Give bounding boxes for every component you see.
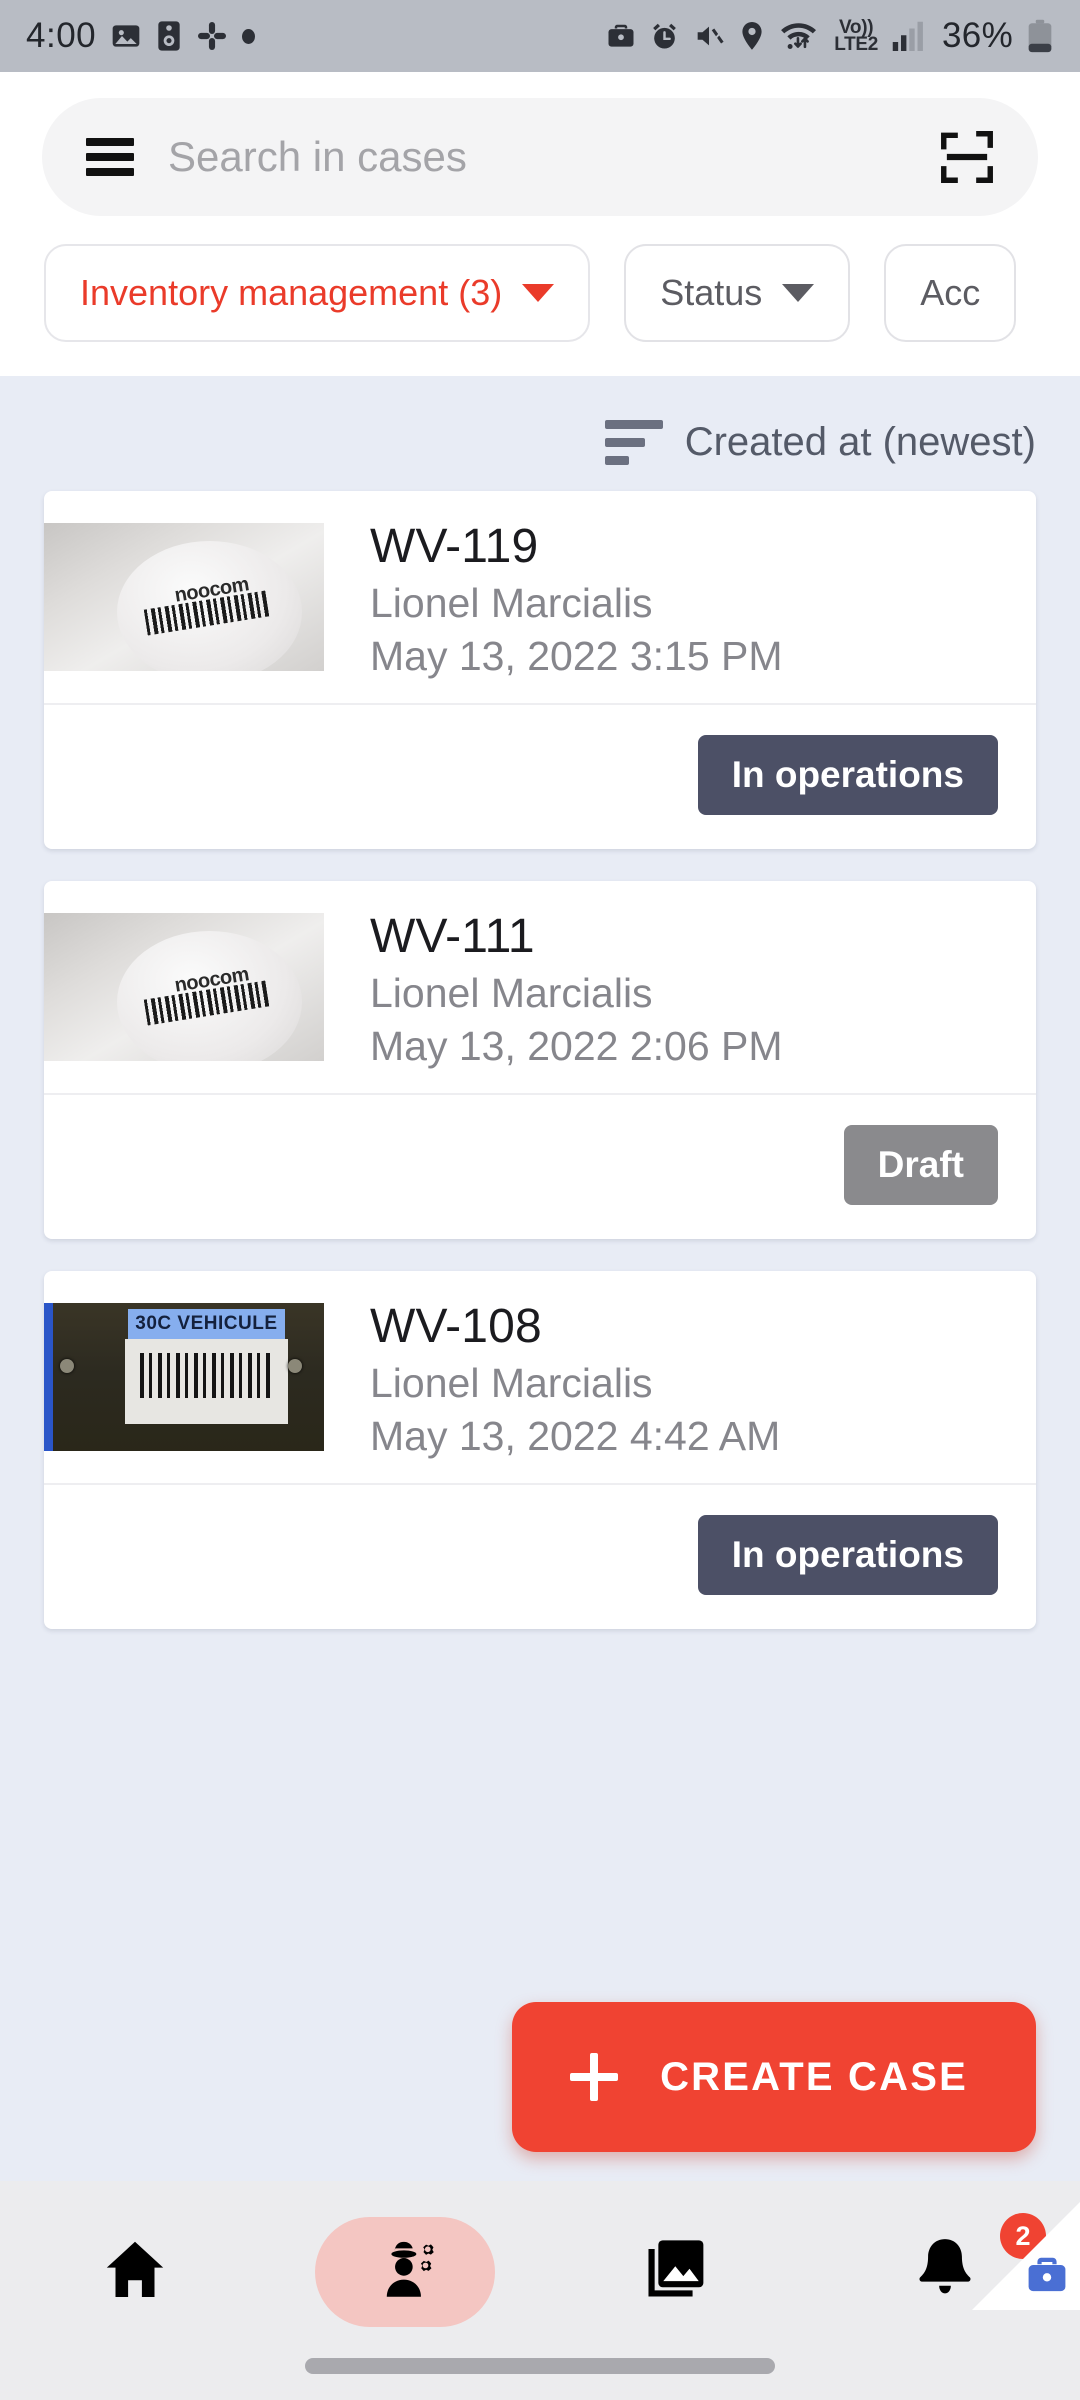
create-case-button[interactable]: CREATE CASE (512, 2002, 1036, 2152)
nav-item-home[interactable] (0, 2217, 270, 2327)
status-bar-left: 4:00 (26, 16, 256, 56)
filter-chip-inventory-management[interactable]: Inventory management (3) (44, 244, 591, 342)
thumbnail-label: 30C VEHICULE (128, 1308, 285, 1340)
bottom-navigation: 2 (0, 2181, 1080, 2400)
case-owner: Lionel Marcialis (370, 1359, 653, 1406)
gesture-bar (305, 2358, 775, 2374)
mute-icon (693, 20, 725, 52)
filter-chip-label: Status (660, 272, 763, 313)
case-card-footer: In operations (44, 1485, 1036, 1629)
alarm-icon (649, 21, 680, 52)
signal-bars-icon (891, 21, 929, 51)
wifi-icon (779, 20, 821, 52)
case-card[interactable]: 30C VEHICULE WV-108 Lionel Marcialis May… (44, 1271, 1036, 1629)
case-card-body: noocom WV-111 Lionel Marcialis May 13, 2… (44, 881, 1036, 1093)
thumbnail-barcode (125, 1338, 288, 1425)
case-owner: Lionel Marcialis (370, 969, 653, 1016)
status-badge[interactable]: In operations (697, 735, 998, 815)
case-owner: Lionel Marcialis (370, 579, 653, 626)
thumbnail-screw (60, 1359, 74, 1373)
search-bar[interactable] (42, 98, 1038, 216)
status-badge[interactable]: Draft (843, 1125, 998, 1205)
create-case-label: CREATE CASE (660, 2054, 968, 2099)
dot-indicator-icon (242, 28, 256, 44)
case-cards: noocom WV-119 Lionel Marcialis May 13, 2… (0, 491, 1080, 1629)
sort-descending-icon (604, 420, 663, 465)
worker-settings-icon (368, 2233, 442, 2312)
case-datetime: May 13, 2022 4:42 AM (370, 1413, 781, 1460)
nav-item-gallery[interactable] (540, 2217, 810, 2327)
photo-library-icon (638, 2233, 712, 2312)
filter-chip-label: Inventory management (3) (80, 272, 503, 313)
case-thumbnail: noocom (44, 523, 324, 671)
case-card-footer: Draft (44, 1095, 1036, 1239)
photos-icon (110, 20, 142, 52)
case-id: WV-111 (370, 910, 535, 963)
thumbnail-screw (288, 1359, 302, 1373)
status-bar: 4:00 Vo)) LTE2 36% (0, 0, 1080, 72)
search-input[interactable] (168, 133, 902, 181)
nav-item-notifications[interactable]: 2 (810, 2213, 1080, 2327)
case-card-body: noocom WV-119 Lionel Marcialis May 13, 2… (44, 491, 1036, 703)
network-type-label: Vo)) LTE2 (834, 16, 879, 55)
case-thumbnail: noocom (44, 913, 324, 1061)
chevron-down-icon (522, 284, 555, 302)
case-card-body: 30C VEHICULE WV-108 Lionel Marcialis May… (44, 1271, 1036, 1483)
notification-badge: 2 (1000, 2213, 1046, 2259)
nav-item-cases[interactable] (270, 2217, 540, 2327)
case-info: WV-108 Lionel Marcialis May 13, 2022 4:4… (324, 1285, 780, 1469)
filter-chip-label: Acc (920, 272, 981, 313)
filter-chip-status[interactable]: Status (624, 244, 851, 342)
case-list-area: Created at (newest) noocom WV-119 Lionel… (0, 376, 1080, 2248)
plus-icon (570, 2053, 619, 2101)
nav-active-pill (315, 2217, 495, 2327)
sort-control[interactable]: Created at (newest) (0, 402, 1080, 491)
hamburger-menu-icon[interactable] (86, 138, 134, 176)
case-id: WV-108 (370, 1300, 542, 1353)
case-info: WV-119 Lionel Marcialis May 13, 2022 3:1… (324, 505, 783, 689)
filter-chip-account[interactable]: Acc (884, 244, 1017, 342)
case-thumbnail: 30C VEHICULE (44, 1303, 324, 1451)
case-info: WV-111 Lionel Marcialis May 13, 2022 2:0… (324, 895, 783, 1079)
work-briefcase-icon (606, 21, 636, 51)
search-header (0, 72, 1080, 238)
bell-icon (912, 2235, 978, 2310)
status-bar-clock: 4:00 (26, 16, 97, 55)
barcode-scan-icon[interactable] (936, 126, 998, 188)
filter-chip-row[interactable]: Inventory management (3) Status Acc (0, 238, 1080, 376)
status-badge[interactable]: In operations (697, 1515, 998, 1595)
sort-label: Created at (newest) (684, 420, 1036, 464)
status-bar-right: Vo)) LTE2 36% (606, 16, 1054, 56)
location-icon (738, 20, 766, 52)
case-datetime: May 13, 2022 3:15 PM (370, 633, 783, 680)
case-card[interactable]: noocom WV-119 Lionel Marcialis May 13, 2… (44, 491, 1036, 849)
slack-icon (196, 20, 228, 52)
battery-percent: 36% (942, 16, 1013, 55)
battery-icon (1026, 19, 1054, 53)
case-id: WV-119 (370, 520, 539, 573)
case-card[interactable]: noocom WV-111 Lionel Marcialis May 13, 2… (44, 881, 1036, 1239)
speaker-icon (156, 20, 182, 52)
chevron-down-icon (782, 284, 815, 302)
case-datetime: May 13, 2022 2:06 PM (370, 1023, 783, 1070)
case-card-footer: In operations (44, 705, 1036, 849)
home-icon (99, 2234, 171, 2311)
